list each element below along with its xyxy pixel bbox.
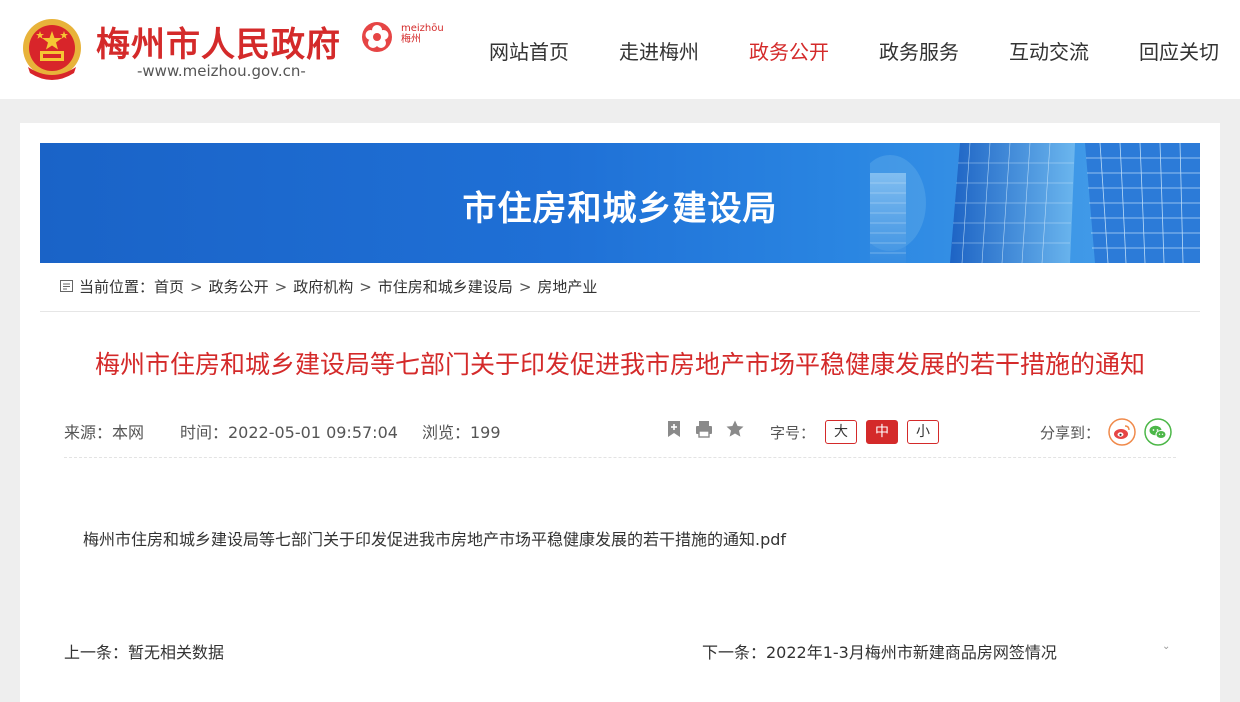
main-nav: 网站首页 走进梅州 政务公开 政务服务 互动交流 回应关切 xyxy=(468,36,1240,66)
article-time: 时间：2022-05-01 09:57:04 xyxy=(180,423,398,442)
article-source: 来源：本网 xyxy=(64,423,145,442)
meizhou-city-logo-icon xyxy=(362,22,392,52)
pdf-attachment-link[interactable]: 梅州市住房和城乡建设局等七部门关于印发促进我市房地产市场平稳健康发展的若干措施的… xyxy=(83,526,786,550)
city-logo-text-bottom: 梅州 xyxy=(401,34,421,45)
breadcrumb-housing-bureau[interactable]: 市住房和城乡建设局 xyxy=(378,278,513,296)
national-emblem-icon[interactable] xyxy=(20,17,84,83)
breadcrumb-real-estate[interactable]: 房地产业 xyxy=(537,278,597,296)
city-logo-text: meizhōu 梅州 xyxy=(401,23,444,45)
nav-item-government-services[interactable]: 政务服务 xyxy=(879,36,959,65)
breadcrumb-government-affairs-open[interactable]: 政务公开 xyxy=(209,278,269,296)
breadcrumb-home[interactable]: 首页 xyxy=(154,278,184,296)
wechat-share-button[interactable] xyxy=(1144,418,1172,446)
breadcrumb-separator: > xyxy=(359,277,372,296)
nav-item-response[interactable]: 回应关切 xyxy=(1139,36,1219,65)
breadcrumb-government-agencies[interactable]: 政府机构 xyxy=(293,278,353,296)
department-banner: 市住房和城乡建设局 xyxy=(40,143,1200,263)
weibo-icon xyxy=(1108,418,1136,446)
font-size-large-button[interactable]: 大 xyxy=(825,420,857,444)
site-url: -www.meizhou.gov.cn- xyxy=(137,62,306,80)
font-size-label: 字号： xyxy=(770,424,816,442)
nav-item-home[interactable]: 网站首页 xyxy=(489,36,569,65)
nav-item-government-affairs-open[interactable]: 政务公开 xyxy=(749,36,829,65)
content-card: 市住房和城乡建设局 当前位置：首页 > 政务公开 > 政府机构 > 市住房和城乡建设局 > 房地… xyxy=(20,123,1220,702)
breadcrumb-separator: > xyxy=(518,277,532,296)
star-icon[interactable] xyxy=(725,419,745,439)
city-logo-text-top: meizhōu xyxy=(401,23,444,34)
article-title: 梅州市住房和城乡建设局等七部门关于印发促进我市房地产市场平稳健康发展的若干措施的… xyxy=(94,350,1145,379)
breadcrumb-divider xyxy=(40,311,1200,312)
wechat-icon xyxy=(1144,418,1172,446)
article-views: 浏览：199 xyxy=(422,423,501,442)
bookmark-icon[interactable] xyxy=(664,419,684,439)
site-title[interactable]: 梅州市人民政府 xyxy=(96,17,341,66)
previous-article-link[interactable]: 上一条：暂无相关数据 xyxy=(64,639,224,663)
weibo-share-button[interactable] xyxy=(1108,418,1136,446)
chevron-down-icon: ⌄ xyxy=(1162,641,1171,652)
print-icon[interactable] xyxy=(694,419,714,439)
breadcrumb-prefix: 当前位置： xyxy=(79,278,155,296)
font-size-small-button[interactable]: 小 xyxy=(907,420,939,444)
nav-item-about-meizhou[interactable]: 走进梅州 xyxy=(619,36,699,65)
share-label: 分享到： xyxy=(1040,424,1101,442)
nav-item-interaction[interactable]: 互动交流 xyxy=(1009,36,1089,65)
breadcrumb-separator: > xyxy=(190,277,203,296)
breadcrumb: 当前位置：首页 > 政务公开 > 政府机构 > 市住房和城乡建设局 > 房地产业 xyxy=(60,276,597,298)
location-icon xyxy=(60,280,73,292)
next-article-link[interactable]: 下一条：2022年1-3月梅州市新建商品房网签情况 xyxy=(702,639,1057,663)
top-header: 梅州市人民政府 -www.meizhou.gov.cn- meizhōu 梅州 … xyxy=(0,0,1240,99)
breadcrumb-separator: > xyxy=(274,277,288,296)
font-size-medium-button[interactable]: 中 xyxy=(866,420,898,444)
meta-divider xyxy=(64,457,1176,458)
banner-title: 市住房和城乡建设局 xyxy=(462,189,778,229)
